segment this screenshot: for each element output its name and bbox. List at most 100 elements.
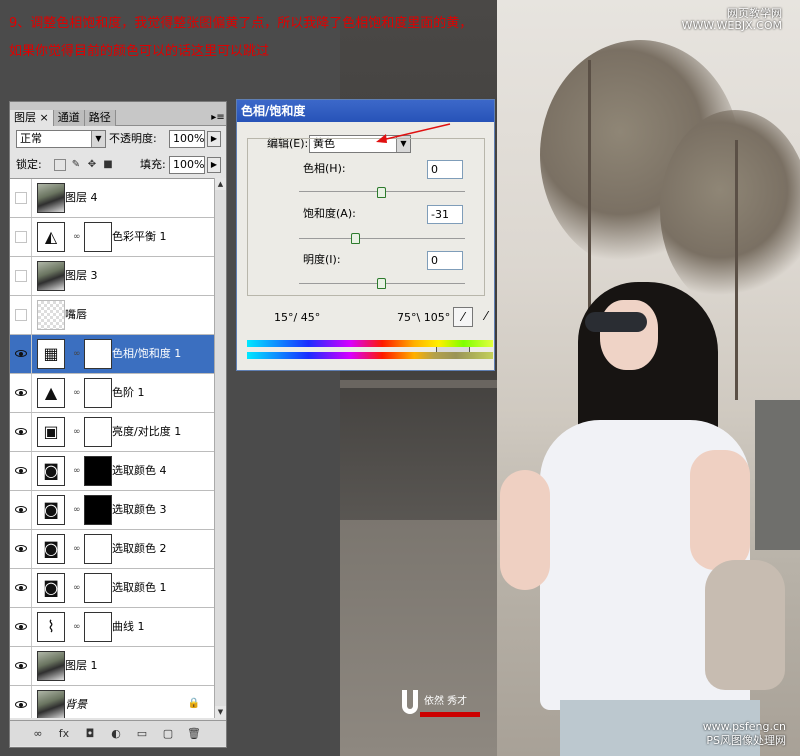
opacity-label: 不透明度:: [109, 132, 157, 145]
visibility-toggle[interactable]: [10, 257, 32, 295]
visibility-toggle[interactable]: [10, 413, 32, 451]
layer-row[interactable]: ▦ ∞ 色相/饱和度 1: [10, 335, 214, 374]
visibility-toggle[interactable]: [10, 335, 32, 373]
layer-row[interactable]: 图层 1: [10, 647, 214, 686]
adjustment-icon: ◙: [43, 539, 59, 558]
layer-mask-thumbnail[interactable]: [84, 573, 112, 603]
new-layer-icon[interactable]: ▢: [160, 726, 176, 742]
close-icon[interactable]: ×: [40, 111, 49, 124]
layer-thumbnail[interactable]: [37, 183, 65, 213]
layer-row[interactable]: ◙ ∞ 选取颜色 1: [10, 569, 214, 608]
layers-scrollbar[interactable]: ▲ ▼: [214, 178, 226, 718]
chain-link-icon[interactable]: ∞: [73, 543, 81, 555]
add-mask-icon[interactable]: ◘: [82, 726, 98, 742]
chain-link-icon[interactable]: ∞: [73, 348, 81, 360]
trash-icon[interactable]: 🗑: [186, 726, 202, 742]
layer-row[interactable]: ▲ ∞ 色阶 1: [10, 374, 214, 413]
link-icon[interactable]: ∞: [30, 726, 46, 742]
layer-thumbnail[interactable]: [37, 690, 65, 718]
visibility-toggle[interactable]: [10, 491, 32, 529]
visibility-toggle[interactable]: [10, 608, 32, 646]
layer-row[interactable]: ◭ ∞ 色彩平衡 1: [10, 218, 214, 257]
eyedropper-minus-icon[interactable]: ⁄: [479, 307, 493, 327]
fill-slider-button[interactable]: ▶: [207, 157, 221, 173]
visibility-toggle[interactable]: [10, 179, 32, 217]
lightness-input[interactable]: 0: [427, 251, 463, 270]
chain-link-icon[interactable]: ∞: [73, 621, 81, 633]
saturation-slider-thumb[interactable]: [351, 233, 361, 244]
layer-mask-thumbnail[interactable]: [84, 339, 112, 369]
hue-slider-thumb[interactable]: [377, 187, 386, 198]
adjustment-thumbnail[interactable]: ▦: [37, 339, 65, 369]
visibility-toggle[interactable]: [10, 569, 32, 607]
adjustment-thumbnail[interactable]: ◙: [37, 573, 65, 603]
layer-mask-thumbnail[interactable]: [84, 612, 112, 642]
visibility-toggle[interactable]: [10, 452, 32, 490]
layer-mask-thumbnail[interactable]: [84, 534, 112, 564]
visibility-toggle[interactable]: [10, 686, 32, 718]
layer-row[interactable]: ◙ ∞ 选取颜色 4: [10, 452, 214, 491]
visibility-toggle[interactable]: [10, 218, 32, 256]
hue-input[interactable]: 0: [427, 160, 463, 179]
adjustment-thumbnail[interactable]: ◙: [37, 456, 65, 486]
tab-layers[interactable]: 图层 ×: [10, 110, 54, 126]
chain-link-icon[interactable]: ∞: [73, 231, 81, 243]
fill-field[interactable]: 100%: [169, 156, 205, 174]
lock-all-icon[interactable]: ■: [102, 159, 114, 171]
layer-row[interactable]: ⌇ ∞ 曲线 1: [10, 608, 214, 647]
layer-mask-thumbnail[interactable]: [84, 222, 112, 252]
lock-transparency-icon[interactable]: [54, 159, 66, 171]
layer-mask-thumbnail[interactable]: [84, 378, 112, 408]
layer-thumbnail[interactable]: [37, 651, 65, 681]
visibility-toggle[interactable]: [10, 296, 32, 334]
opacity-value: 100%: [173, 132, 205, 145]
panel-menu-icon[interactable]: ▸≡: [210, 110, 226, 125]
tab-channels[interactable]: 通道: [53, 110, 85, 126]
saturation-input[interactable]: -31: [427, 205, 463, 224]
adjustment-thumbnail[interactable]: ◙: [37, 495, 65, 525]
eyedropper-icon[interactable]: ⁄: [453, 307, 473, 327]
fx-icon[interactable]: fx: [56, 726, 72, 742]
layer-row[interactable]: ◙ ∞ 选取颜色 2: [10, 530, 214, 569]
chain-link-icon[interactable]: ∞: [73, 426, 81, 438]
lock-position-move-icon[interactable]: ✥: [86, 159, 98, 171]
adjustment-thumbnail[interactable]: ◙: [37, 534, 65, 564]
opacity-slider-button[interactable]: ▶: [207, 131, 221, 147]
adjustment-layer-icon[interactable]: ◐: [108, 726, 124, 742]
adjustment-thumbnail[interactable]: ▲: [37, 378, 65, 408]
chain-link-icon[interactable]: ∞: [73, 465, 81, 477]
chevron-down-icon[interactable]: ▼: [91, 131, 105, 147]
scroll-down-icon[interactable]: ▼: [215, 706, 226, 718]
scroll-up-icon[interactable]: ▲: [215, 178, 226, 190]
layer-row[interactable]: 图层 4: [10, 179, 214, 218]
layer-thumbnail[interactable]: [37, 300, 65, 330]
opacity-field[interactable]: 100%: [169, 130, 205, 148]
layer-row[interactable]: 嘴唇: [10, 296, 214, 335]
layer-mask-thumbnail[interactable]: [84, 417, 112, 447]
chain-link-icon[interactable]: ∞: [73, 582, 81, 594]
adjustment-thumbnail[interactable]: ▣: [37, 417, 65, 447]
visibility-toggle[interactable]: [10, 530, 32, 568]
blend-mode-select[interactable]: 正常 ▼: [16, 130, 106, 148]
layer-thumbnail[interactable]: [37, 261, 65, 291]
adjustment-thumbnail[interactable]: ◭: [37, 222, 65, 252]
layer-row[interactable]: ◙ ∞ 选取颜色 3: [10, 491, 214, 530]
visibility-toggle[interactable]: [10, 374, 32, 412]
layer-mask-thumbnail[interactable]: [84, 495, 112, 525]
group-folder-icon[interactable]: ▭: [134, 726, 150, 742]
chain-link-icon[interactable]: ∞: [73, 387, 81, 399]
adjustment-thumbnail[interactable]: ⌇: [37, 612, 65, 642]
layer-row[interactable]: 背景 🔒: [10, 686, 214, 718]
visibility-toggle[interactable]: [10, 647, 32, 685]
lightness-value: 0: [431, 254, 438, 267]
tab-paths[interactable]: 路径: [84, 110, 116, 126]
lightness-slider-thumb[interactable]: [377, 278, 386, 289]
layer-row[interactable]: 图层 3: [10, 257, 214, 296]
chain-link-icon[interactable]: ∞: [73, 504, 81, 516]
dialog-title[interactable]: 色相/饱和度: [237, 100, 494, 122]
layer-mask-thumbnail[interactable]: [84, 456, 112, 486]
layer-row[interactable]: ▣ ∞ 亮度/对比度 1: [10, 413, 214, 452]
panel-titlebar[interactable]: [10, 102, 226, 110]
lock-image-brush-icon[interactable]: ✎: [70, 159, 82, 171]
saturation-slider-track[interactable]: [299, 238, 465, 239]
